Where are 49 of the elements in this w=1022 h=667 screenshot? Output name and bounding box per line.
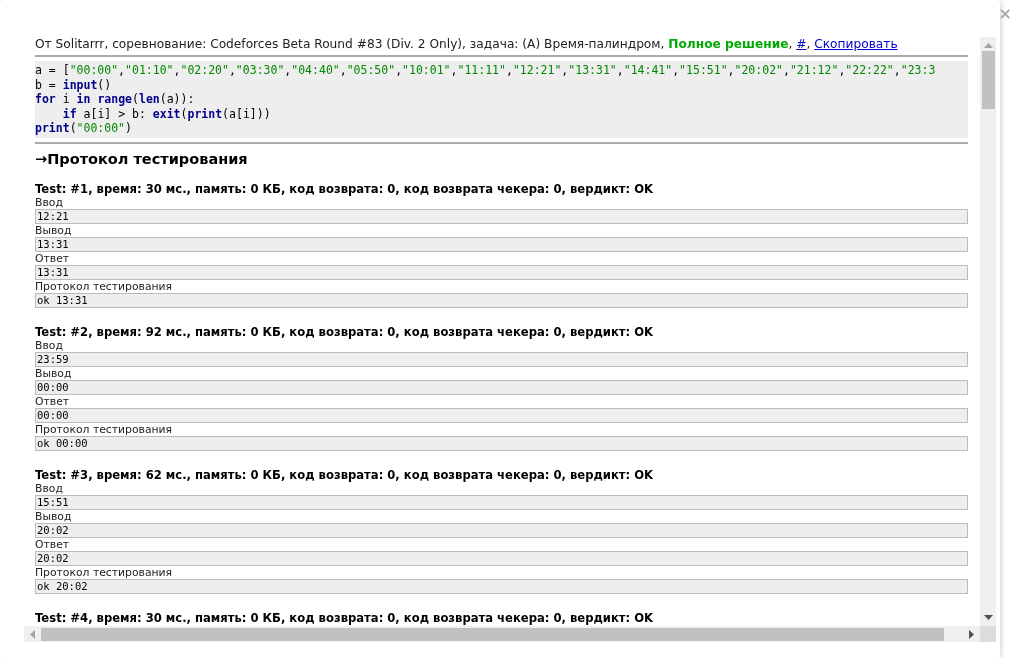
field-label: Ответ [35, 395, 70, 408]
header-text: От Solitarrr, соревнование: Codeforces Beta Round #83 (Div. 2 Only), задача: (A) Время-палиндром, [35, 37, 665, 51]
output-box: 20:02 [35, 551, 968, 566]
test-title: Test: #2, время: 92 мс., память: 0 КБ, код возврата: 0, код возврата чекера: 0, вердикт: OK [35, 325, 654, 339]
test-title: Test: #1, время: 30 мс., память: 0 КБ, код возврата: 0, код возврата чекера: 0, вердикт: OK [35, 182, 654, 196]
code-line: if a[i] > b: exit(print(a[i])) [61, 106, 271, 122]
output-box: ok 20:02 [35, 579, 968, 594]
vertical-scrollbar[interactable] [980, 37, 996, 626]
field-label: Вывод [35, 367, 72, 380]
field-label: Вывод [35, 510, 72, 523]
separator-text: , [806, 37, 811, 51]
output-box: 20:02 [35, 523, 968, 538]
field-label: Ввод [35, 196, 63, 209]
code-line: for i in range(len(a)): [35, 92, 195, 107]
output-box: 15:51 [35, 495, 968, 510]
verdict-text: Полное решение [668, 37, 789, 51]
code-line: a = ["00:00","01:10","02:20","03:30","04:40","05:50","10:01","11:11","12:21","13:31","14:41","15:51","20:02","21:12","22:22","23:3 [35, 63, 936, 78]
horizontal-scrollbar[interactable] [24, 626, 980, 642]
test-title: Test: #3, время: 62 мс., память: 0 КБ, код возврата: 0, код возврата чекера: 0, вердикт: OK [35, 468, 654, 482]
output-box: 12:21 [35, 209, 968, 224]
code-line: print("00:00") [35, 121, 132, 136]
output-box: 13:31 [35, 265, 968, 280]
scroll-down-icon[interactable] [983, 615, 993, 621]
separator-text: , [788, 37, 793, 51]
field-label: Протокол тестирования [35, 423, 173, 436]
test-title: Test: #4, время: 30 мс., память: 0 КБ, код возврата: 0, код возврата чекера: 0, вердикт: OK [35, 611, 654, 625]
field-label: Ввод [35, 482, 63, 495]
header-link[interactable]: Скопировать [814, 37, 898, 51]
field-label: Протокол тестирования [35, 566, 173, 579]
field-label: Протокол тестирования [35, 280, 173, 293]
scroll-thumb[interactable] [981, 51, 995, 109]
output-box: 00:00 [35, 380, 968, 395]
header-link[interactable]: # [796, 37, 807, 51]
output-box: 00:00 [35, 408, 968, 423]
code-line: b = input() [35, 77, 112, 93]
output-box: ok 00:00 [35, 436, 968, 451]
scroll-up-icon[interactable] [983, 43, 993, 49]
scroll-thumb[interactable] [41, 627, 944, 641]
field-label: Ответ [35, 538, 70, 551]
section-heading: →Протокол тестирования [35, 151, 248, 167]
output-box: 23:59 [35, 352, 968, 367]
scroll-right-icon[interactable] [969, 629, 975, 639]
field-label: Ответ [35, 252, 70, 265]
field-label: Вывод [35, 224, 72, 237]
output-box: ok 13:31 [35, 293, 968, 308]
scrollbar-corner [980, 626, 996, 642]
scroll-left-icon[interactable] [30, 629, 36, 639]
output-box: 13:31 [35, 237, 968, 252]
field-label: Ввод [35, 339, 63, 352]
